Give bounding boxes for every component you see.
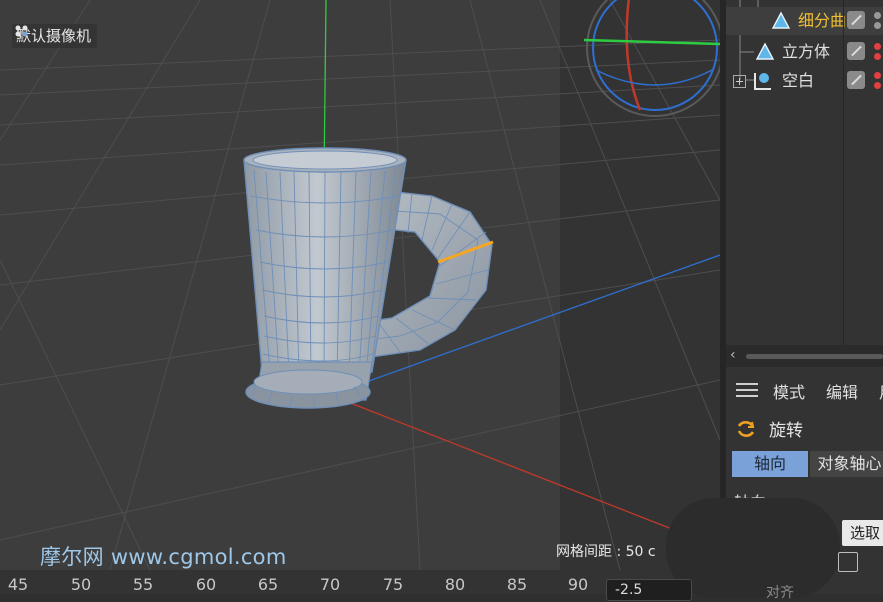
edit-toggle-icon[interactable] xyxy=(847,11,865,29)
object-manager-scrollbar[interactable]: ‹ xyxy=(726,345,883,367)
timeline-tick: 80 xyxy=(444,575,466,594)
editor-visibility-dot[interactable] xyxy=(874,43,881,50)
scroll-thumb[interactable] xyxy=(746,354,883,359)
editor-visibility-dot[interactable] xyxy=(874,72,881,79)
edit-toggle-icon[interactable] xyxy=(847,71,865,89)
object-label: 立方体 xyxy=(782,42,831,61)
tool-header: 旋转 xyxy=(726,414,883,442)
cursor-overlay xyxy=(666,498,840,598)
3d-viewport[interactable]: 默认摄像机 网格间距 : 50 c 摩尔网 www.cgmol.com xyxy=(0,0,720,570)
timeline-tick: 55 xyxy=(132,575,154,594)
menu-mode[interactable]: 模式 xyxy=(773,379,805,403)
mug-base xyxy=(245,361,373,409)
edit-toggle-icon[interactable] xyxy=(847,42,865,60)
attribute-menubar: 模式 编辑 用 xyxy=(726,372,883,408)
object-label: 空白 xyxy=(782,71,815,90)
select-button[interactable]: 选取 xyxy=(842,520,883,546)
object-row-cube[interactable]: 立方体 xyxy=(726,38,883,66)
tab-axis[interactable]: 轴向 xyxy=(732,451,808,477)
tool-name: 旋转 xyxy=(769,421,803,441)
grid-spacing-readout: 网格间距 : 50 c xyxy=(556,544,656,560)
timeline-tick: 85 xyxy=(506,575,528,594)
timeline-tick: 90 xyxy=(567,575,589,594)
rotate-tool-icon xyxy=(737,421,755,437)
attribute-tabs: 轴向 对象轴心 xyxy=(732,451,883,477)
menu-user-data[interactable]: 用 xyxy=(879,379,883,403)
viewport-canvas xyxy=(0,0,720,570)
timeline-tick: 75 xyxy=(382,575,404,594)
cube-object-icon xyxy=(755,42,775,60)
frame-input[interactable]: -2.5 xyxy=(606,579,692,601)
align-label: 对齐 xyxy=(766,585,794,601)
expand-icon[interactable] xyxy=(733,75,746,88)
null-object-icon xyxy=(754,73,771,90)
hamburger-menu-icon[interactable] xyxy=(736,383,758,398)
object-row-subdivision[interactable]: 细分曲 xyxy=(726,7,883,35)
watermark-text: 摩尔网 www.cgmol.com xyxy=(40,545,287,569)
timeline-tick: 70 xyxy=(319,575,341,594)
object-label: 细分曲 xyxy=(798,11,847,30)
object-manager: 细分曲 立方体 空白 xyxy=(726,0,883,372)
option-checkbox[interactable] xyxy=(838,552,858,572)
tab-object-axis[interactable]: 对象轴心 xyxy=(810,451,883,477)
camera-selector[interactable]: 默认摄像机 xyxy=(12,24,98,48)
timeline-tick: 45 xyxy=(7,575,29,594)
object-row-null[interactable]: 空白 xyxy=(726,67,883,95)
column-separator xyxy=(843,0,844,345)
scroll-left-icon[interactable]: ‹ xyxy=(730,347,736,363)
menu-edit[interactable]: 编辑 xyxy=(826,379,858,403)
render-visibility-dot[interactable] xyxy=(874,82,881,89)
timeline-tick: 50 xyxy=(70,575,92,594)
camera-options-icon xyxy=(15,25,28,37)
render-visibility-dot[interactable] xyxy=(874,22,881,29)
render-visibility-dot[interactable] xyxy=(874,53,881,60)
viewport-shadow-region xyxy=(560,0,720,570)
timeline-tick: 60 xyxy=(195,575,217,594)
editor-visibility-dot[interactable] xyxy=(874,12,881,19)
subdivision-surface-icon xyxy=(771,11,791,29)
timeline-tick: 65 xyxy=(257,575,279,594)
